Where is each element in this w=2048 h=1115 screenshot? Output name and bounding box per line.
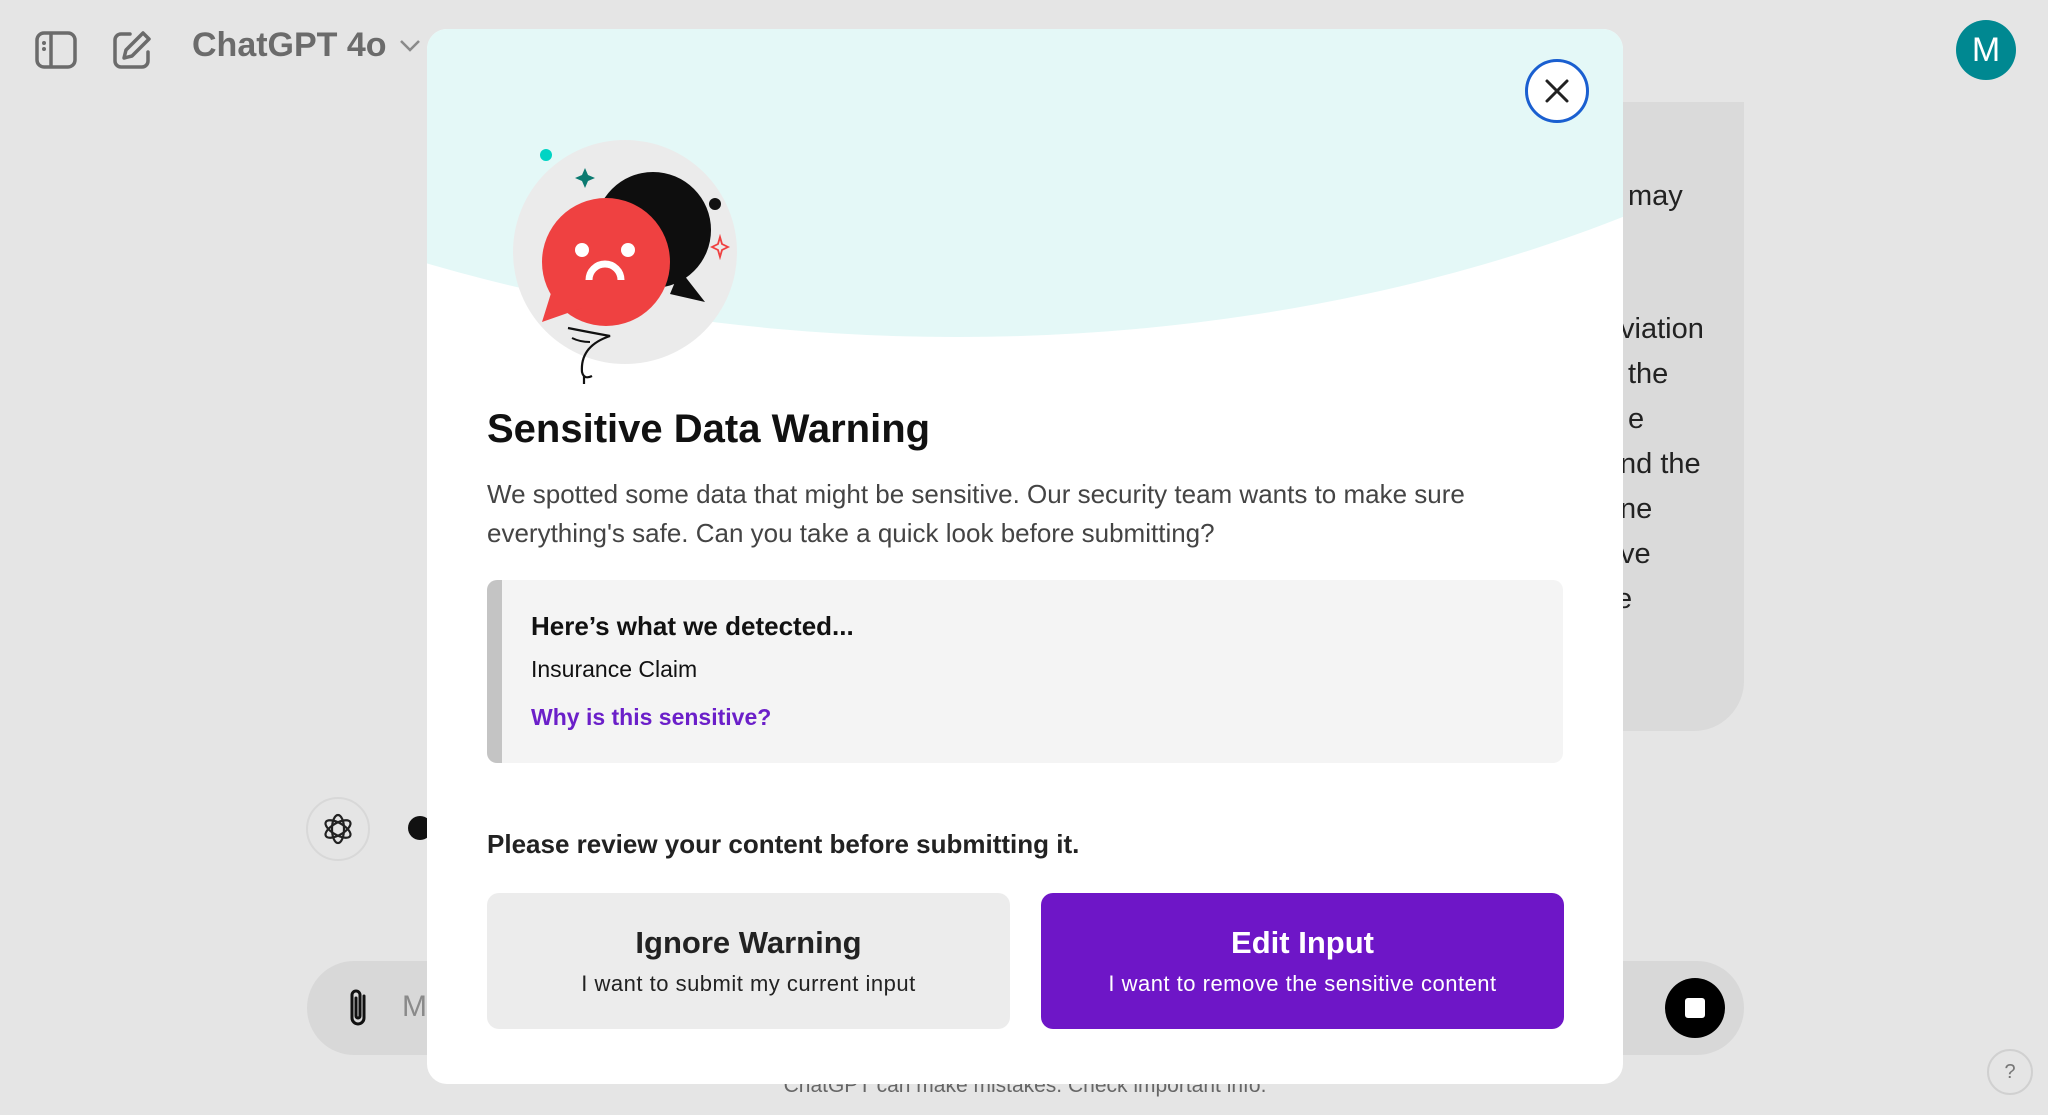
- edit-input-subtitle: I want to remove the sensitive content: [1108, 971, 1497, 996]
- message-fragment: ne: [1620, 493, 1653, 525]
- message-fragment: may: [1628, 180, 1683, 212]
- edit-input-button[interactable]: Edit Input I want to remove the sensitiv…: [1041, 893, 1564, 1029]
- new-chat-icon[interactable]: [110, 28, 154, 72]
- model-selector[interactable]: ChatGPT 4o: [192, 26, 421, 65]
- message-fragment: ve: [1620, 538, 1651, 570]
- model-label: ChatGPT 4o: [192, 26, 387, 64]
- help-button[interactable]: ?: [1987, 1049, 2033, 1095]
- modal-title: Sensitive Data Warning: [487, 407, 931, 451]
- chevron-down-icon: [399, 39, 420, 52]
- ignore-warning-button[interactable]: Ignore Warning I want to submit my curre…: [487, 893, 1010, 1029]
- message-fragment: nd the: [1620, 448, 1701, 480]
- sad-chat-bubble-icon: [513, 140, 737, 384]
- detected-item: Insurance Claim: [531, 656, 698, 682]
- avatar[interactable]: M: [1956, 20, 2016, 80]
- detected-panel: Here’s what we detected... Insurance Cla…: [487, 580, 1563, 763]
- modal-description: We spotted some data that might be sensi…: [487, 479, 1465, 548]
- stop-icon: [1685, 998, 1705, 1018]
- close-button[interactable]: [1525, 59, 1589, 123]
- message-fragment: the: [1628, 358, 1669, 390]
- sensitive-data-modal: Sensitive Data Warning We spotted some d…: [427, 29, 1623, 1084]
- detected-heading: Here’s what we detected...: [531, 611, 854, 641]
- review-prompt: Please review your content before submit…: [487, 829, 1080, 859]
- edit-input-title: Edit Input: [1231, 925, 1374, 960]
- why-sensitive-link[interactable]: Why is this sensitive?: [531, 704, 771, 731]
- stop-button[interactable]: [1665, 978, 1725, 1038]
- sidebar-toggle-icon[interactable]: [34, 28, 78, 72]
- ignore-warning-subtitle: I want to submit my current input: [581, 971, 916, 996]
- openai-logo-icon: [306, 797, 370, 861]
- close-icon: [1545, 79, 1569, 103]
- message-fragment: viation: [1620, 313, 1704, 345]
- message-input-placeholder[interactable]: M: [402, 990, 427, 1024]
- ignore-warning-title: Ignore Warning: [635, 925, 862, 960]
- message-fragment: e: [1628, 403, 1645, 435]
- paperclip-icon[interactable]: [342, 986, 376, 1035]
